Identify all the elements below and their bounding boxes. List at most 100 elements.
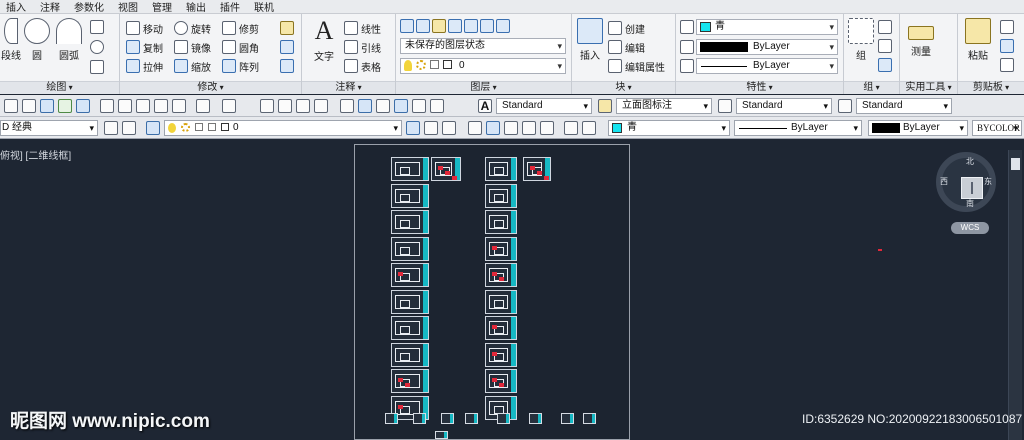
workspace-settings-icon[interactable] bbox=[104, 121, 118, 135]
mleader-style-dropdown[interactable]: Standard bbox=[856, 98, 952, 114]
rectangle-button[interactable] bbox=[90, 18, 104, 36]
table-button[interactable]: 表格 bbox=[344, 57, 381, 75]
menu-view[interactable]: 视图 bbox=[112, 0, 146, 14]
zoom-window-icon[interactable] bbox=[296, 99, 310, 113]
layer-merge-icon[interactable] bbox=[496, 19, 510, 33]
layer-states-icon[interactable] bbox=[416, 19, 430, 33]
sheet-set-icon[interactable] bbox=[394, 99, 408, 113]
mirror-button[interactable]: 镜像 bbox=[174, 38, 211, 56]
array-button[interactable]: 阵列 bbox=[222, 57, 259, 75]
fillet-button[interactable]: 圆角 bbox=[222, 38, 259, 56]
tb-color-dropdown[interactable]: 青 bbox=[608, 120, 730, 136]
menu-annotate[interactable]: 注释 bbox=[34, 0, 68, 14]
grid-icon[interactable] bbox=[468, 121, 482, 135]
scale-button[interactable]: 缩放 bbox=[174, 57, 211, 75]
panel-utilities-title[interactable]: 实用工具 bbox=[900, 81, 957, 94]
polyline-button[interactable]: 段线 bbox=[0, 18, 22, 66]
tool-palettes-icon[interactable] bbox=[376, 99, 390, 113]
arc-button[interactable]: 圆弧 bbox=[56, 18, 82, 66]
explode-button[interactable] bbox=[280, 38, 294, 56]
view-cube-icon[interactable] bbox=[486, 121, 500, 135]
hatch-button[interactable] bbox=[90, 58, 104, 76]
panel-properties-title[interactable]: 特性 bbox=[676, 81, 843, 94]
section-icon[interactable] bbox=[582, 121, 596, 135]
group-edit-icon[interactable] bbox=[878, 39, 892, 53]
design-center-icon[interactable] bbox=[358, 99, 372, 113]
3d-dwf-icon[interactable] bbox=[76, 99, 90, 113]
quickcalc-icon[interactable] bbox=[430, 99, 444, 113]
render-icon[interactable] bbox=[522, 121, 536, 135]
undo-icon[interactable] bbox=[196, 99, 210, 113]
compass-north[interactable]: 北 bbox=[966, 156, 974, 167]
cut-tb-icon[interactable] bbox=[100, 99, 114, 113]
compass-east[interactable]: 东 bbox=[984, 176, 992, 187]
table-style-dropdown[interactable]: Standard bbox=[736, 98, 832, 114]
insert-button[interactable]: 插入 bbox=[576, 18, 604, 66]
menu-insert[interactable]: 插入 bbox=[0, 0, 34, 14]
color-dropdown[interactable]: 青 bbox=[696, 19, 838, 35]
stretch-button[interactable]: 拉伸 bbox=[126, 57, 163, 75]
block-editor-icon[interactable] bbox=[172, 99, 186, 113]
trim-button[interactable]: 修剪 bbox=[222, 19, 259, 37]
layer-isolate-icon[interactable] bbox=[432, 19, 446, 33]
match-tb-icon[interactable] bbox=[154, 99, 168, 113]
cut-icon[interactable] bbox=[1000, 20, 1014, 34]
layer-manager-icon[interactable] bbox=[146, 121, 160, 135]
menu-parametric[interactable]: 参数化 bbox=[68, 0, 112, 14]
create-block-button[interactable]: 创建 bbox=[608, 19, 645, 37]
copy-button[interactable]: 复制 bbox=[126, 38, 163, 56]
match-properties-icon[interactable] bbox=[680, 20, 694, 34]
ungroup-icon[interactable] bbox=[878, 20, 892, 34]
panel-layers-title[interactable]: 图层 bbox=[396, 81, 571, 94]
dim-style-dropdown[interactable]: 立面图标注 bbox=[616, 98, 712, 114]
erase-button[interactable] bbox=[280, 19, 294, 37]
rotate-button[interactable]: 旋转 bbox=[174, 19, 211, 37]
markup-icon[interactable] bbox=[412, 99, 426, 113]
redo-icon[interactable] bbox=[222, 99, 236, 113]
orbit-icon[interactable] bbox=[504, 121, 518, 135]
pan-icon[interactable] bbox=[260, 99, 274, 113]
scrollbar-thumb[interactable] bbox=[1011, 158, 1020, 170]
copy-clip-icon[interactable] bbox=[1000, 39, 1014, 53]
panel-modify-title[interactable]: 修改 bbox=[120, 81, 301, 94]
zoom-realtime-icon[interactable] bbox=[278, 99, 292, 113]
text-button[interactable]: A 文字 bbox=[310, 17, 338, 67]
workspace-dropdown[interactable]: D 经典 bbox=[0, 120, 98, 136]
group-select-icon[interactable] bbox=[878, 58, 892, 72]
layer-match-icon[interactable] bbox=[448, 19, 462, 33]
panel-annotation-title[interactable]: 注释 bbox=[302, 81, 395, 94]
panel-clipboard-title[interactable]: 剪贴板 bbox=[958, 81, 1024, 94]
layer-previous-icon[interactable] bbox=[464, 19, 478, 33]
properties-icon[interactable] bbox=[340, 99, 354, 113]
solid-icon[interactable] bbox=[564, 121, 578, 135]
layer-state-dropdown[interactable]: 未保存的图层状态 bbox=[400, 38, 566, 54]
panel-draw-title[interactable]: 绘图 bbox=[0, 81, 119, 94]
layer-state-tb-icon[interactable] bbox=[442, 121, 456, 135]
make-current-icon[interactable] bbox=[406, 121, 420, 135]
workspace-gear-icon[interactable] bbox=[122, 121, 136, 135]
linetype-dropdown[interactable]: ByLayer bbox=[696, 58, 838, 74]
paste-button[interactable]: 粘贴 bbox=[964, 18, 992, 66]
edit-attributes-button[interactable]: 编辑属性 bbox=[608, 57, 665, 75]
print-icon[interactable] bbox=[22, 99, 36, 113]
layer-previous-tb-icon[interactable] bbox=[424, 121, 438, 135]
menu-online[interactable]: 联机 bbox=[248, 0, 282, 14]
viewcube-compass[interactable]: 北 南 东 西 bbox=[936, 152, 996, 212]
layer-properties-icon[interactable] bbox=[400, 19, 414, 33]
menu-plugins[interactable]: 插件 bbox=[214, 0, 248, 14]
layer-walk-icon[interactable] bbox=[480, 19, 494, 33]
viewport-label[interactable]: 俯视] [二维线框] bbox=[0, 147, 71, 162]
lineweight-dropdown[interactable]: ByLayer bbox=[696, 39, 838, 55]
viewcube-top-face[interactable] bbox=[961, 177, 983, 199]
wcs-menu[interactable]: WCS bbox=[951, 222, 989, 234]
drawing-area[interactable]: 俯视] [二维线框] 北 南 东 西 WCS 昵图网 www.nipic.com… bbox=[0, 140, 1024, 440]
group-button[interactable]: 组 bbox=[848, 18, 874, 66]
layout-sheet[interactable] bbox=[354, 144, 882, 440]
leader-button[interactable]: 引线 bbox=[344, 38, 381, 56]
ellipse-button[interactable] bbox=[90, 38, 104, 56]
panel-block-title[interactable]: 块 bbox=[572, 81, 675, 94]
save-icon[interactable] bbox=[4, 99, 18, 113]
menu-manage[interactable]: 管理 bbox=[146, 0, 180, 14]
measure-button[interactable]: 测量 bbox=[906, 18, 936, 66]
publish-icon[interactable] bbox=[58, 99, 72, 113]
